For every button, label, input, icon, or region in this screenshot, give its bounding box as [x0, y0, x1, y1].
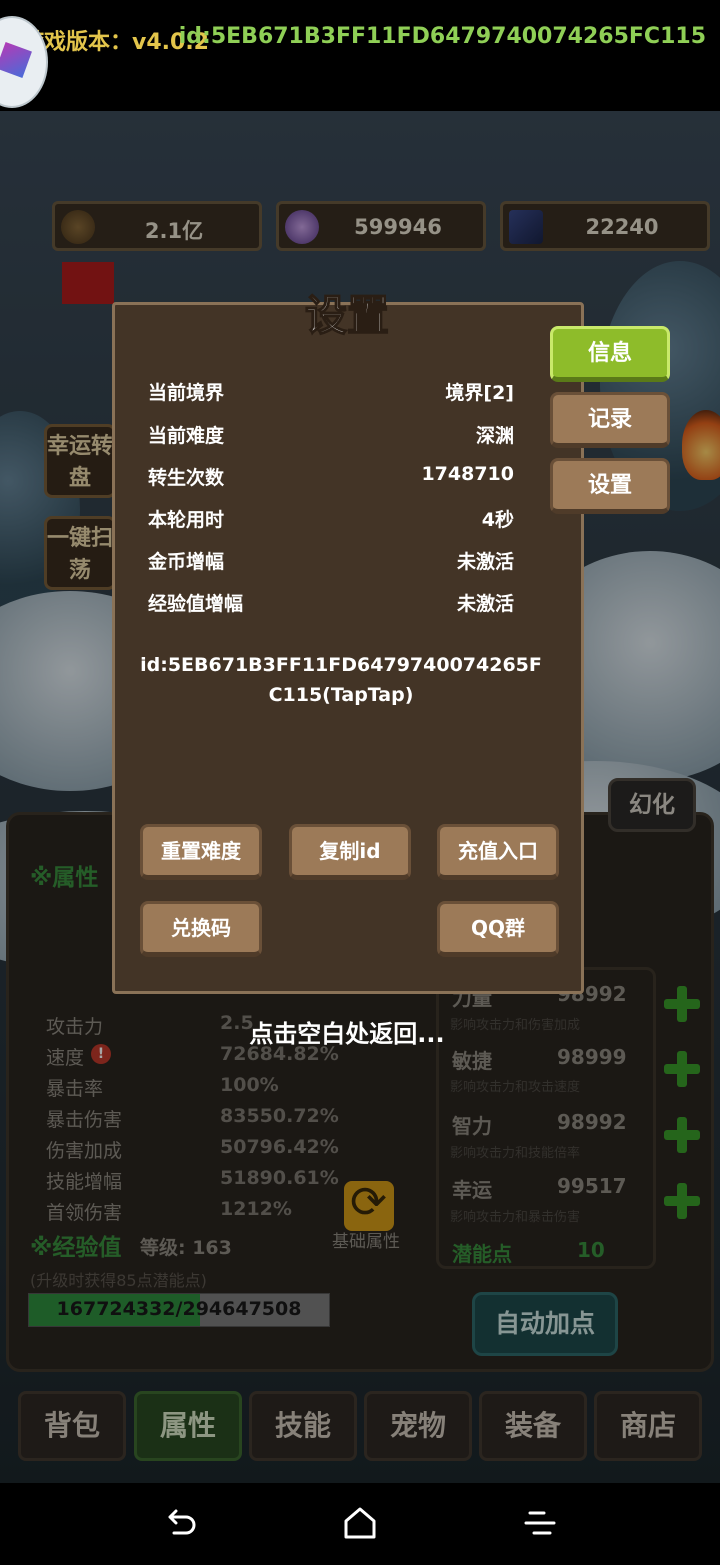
- settings-dialog: [112, 302, 584, 994]
- info-label: 金币增幅: [148, 551, 225, 573]
- info-value: 1748710: [421, 463, 514, 485]
- info-value: 未激活: [456, 551, 514, 573]
- tab-info[interactable]: 信息: [550, 326, 670, 382]
- info-label: 经验值增幅: [148, 593, 244, 615]
- info-value: 境界[2]: [445, 382, 514, 404]
- info-label: 当前境界: [148, 382, 225, 404]
- reset-difficulty-button[interactable]: 重置难度: [140, 824, 262, 880]
- player-id-top: id:5EB671B3FF11FD6479740074265FC115: [178, 24, 706, 49]
- info-value: 未激活: [456, 593, 514, 615]
- tab-records[interactable]: 记录: [550, 392, 670, 448]
- home-icon[interactable]: [340, 1503, 380, 1543]
- copy-id-button[interactable]: 复制id: [289, 824, 411, 880]
- system-nav-bar: [0, 1483, 720, 1565]
- info-label: 本轮用时: [148, 509, 225, 531]
- qq-group-button[interactable]: QQ群: [437, 901, 559, 957]
- info-value: 4秒: [481, 509, 514, 531]
- info-value: 深渊: [475, 425, 514, 447]
- tab-settings[interactable]: 设置: [550, 458, 670, 514]
- player-id-text: id:5EB671B3FF11FD6479740074265FC115(TapT…: [140, 654, 542, 706]
- info-label: 转生次数: [148, 467, 225, 489]
- tap-to-return-hint: 点击空白处返回...: [249, 1020, 445, 1048]
- recharge-button[interactable]: 充值入口: [437, 824, 559, 880]
- menu-icon[interactable]: [520, 1503, 560, 1543]
- back-icon[interactable]: [160, 1503, 200, 1543]
- info-label: 当前难度: [148, 425, 225, 447]
- redeem-code-button[interactable]: 兑换码: [140, 901, 262, 957]
